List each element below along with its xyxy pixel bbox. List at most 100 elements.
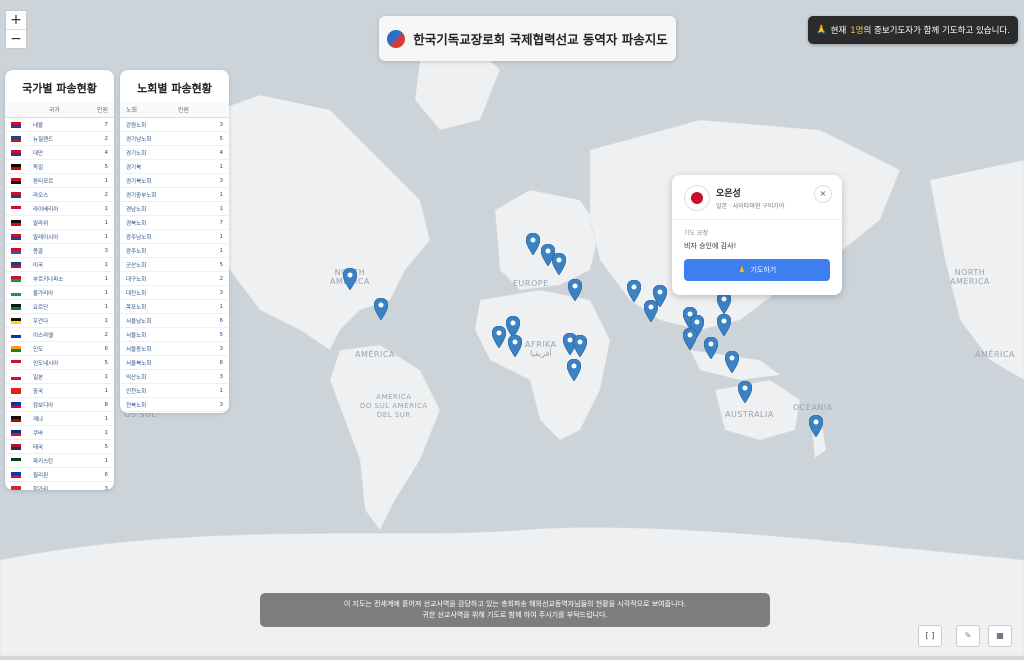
missionary-pin-icon[interactable] [491, 325, 507, 349]
missionary-pin-icon[interactable] [716, 313, 732, 337]
presbytery-row[interactable]: 광주남노회 1 [120, 230, 229, 244]
presbytery-row[interactable]: 대구노회 2 [120, 272, 229, 286]
fullscreen-button[interactable]: [ ] [918, 625, 942, 647]
country-table-header: 국가 인원 [5, 102, 114, 118]
country-row[interactable]: 중국 1 [5, 384, 114, 398]
country-row[interactable]: 파키스탄 1 [5, 454, 114, 468]
missionary-pin-icon[interactable] [551, 252, 567, 276]
country-row[interactable]: 부르키나파소 1 [5, 272, 114, 286]
missionary-pin-icon[interactable] [652, 284, 668, 308]
country-row[interactable]: 이스라엘 2 [5, 328, 114, 342]
missionary-pin-icon[interactable] [525, 232, 541, 256]
country-row[interactable]: 케냐 1 [5, 412, 114, 426]
country-flag-icon [11, 149, 21, 156]
presbytery-row[interactable]: 경기남노회 5 [120, 132, 229, 146]
presbytery-row[interactable]: 군산노회 5 [120, 258, 229, 272]
country-row[interactable]: 대만 4 [5, 146, 114, 160]
country-row[interactable]: 말레이시아 1 [5, 230, 114, 244]
country-row[interactable]: 일본 1 [5, 370, 114, 384]
presbytery-row[interactable]: 전북노회 3 [120, 398, 229, 412]
country-count: 1 [104, 429, 109, 436]
country-count: 1 [104, 317, 109, 324]
country-flag-icon [11, 387, 21, 394]
presbytery-row[interactable]: 경기북노회 3 [120, 174, 229, 188]
presbytery-row[interactable]: 경북노회 7 [120, 216, 229, 230]
stats-button[interactable]: ▦ [988, 625, 1012, 647]
country-row[interactable]: 미국 1 [5, 258, 114, 272]
missionary-pin-icon[interactable] [373, 297, 389, 321]
presbytery-count: 3 [219, 345, 224, 352]
zoom-in-button[interactable]: + [6, 11, 26, 30]
missionary-pin-icon[interactable] [566, 358, 582, 382]
presbytery-name: 대전노회 [126, 290, 147, 297]
country-row[interactable]: 우간다 1 [5, 314, 114, 328]
missionary-pin-icon[interactable] [682, 327, 698, 351]
missionary-pin-icon[interactable] [507, 334, 523, 358]
country-col-header: 국가 [49, 107, 61, 114]
country-row[interactable]: 헝가리 3 [5, 482, 114, 490]
presbytery-row[interactable]: 경기노회 4 [120, 146, 229, 160]
presbytery-row[interactable]: 경기중부노회 1 [120, 188, 229, 202]
country-name: 말라위 [33, 220, 49, 227]
missionary-pin-icon[interactable] [716, 291, 732, 315]
presbytery-name: 서울남노회 [126, 318, 152, 325]
presbytery-row[interactable]: 목포노회 1 [120, 300, 229, 314]
popup-close-button[interactable]: × [814, 185, 832, 203]
presbytery-row[interactable]: 서울노회 5 [120, 328, 229, 342]
draw-button[interactable]: ✎ [956, 625, 980, 647]
presbytery-row[interactable]: 경남노회 1 [120, 202, 229, 216]
presbytery-row[interactable]: 경기북 1 [120, 160, 229, 174]
country-row[interactable]: 요르단 1 [5, 300, 114, 314]
missionary-pin-icon[interactable] [703, 336, 719, 360]
country-row[interactable]: 불가리아 1 [5, 286, 114, 300]
presbytery-row[interactable]: 서울남노회 6 [120, 314, 229, 328]
presbytery-row[interactable]: 익산노회 3 [120, 370, 229, 384]
presbytery-count: 3 [219, 289, 224, 296]
country-name: 대만 [33, 150, 44, 157]
country-row[interactable]: 라오스 2 [5, 188, 114, 202]
presbytery-col-header: 노회 [126, 107, 138, 114]
presbytery-count: 1 [219, 387, 224, 394]
missionary-pin-icon[interactable] [724, 350, 740, 374]
presbytery-count: 7 [219, 219, 224, 226]
presbytery-count: 3 [219, 401, 224, 408]
pray-button[interactable]: 🙏 기도하기 [684, 259, 830, 281]
missionary-pin-icon[interactable] [572, 334, 588, 358]
country-flag-icon [11, 121, 21, 128]
country-row[interactable]: 독일 5 [5, 160, 114, 174]
country-row[interactable]: 라이베리아 1 [5, 202, 114, 216]
presbytery-row[interactable]: 인천노회 1 [120, 384, 229, 398]
country-row[interactable]: 쿠바 1 [5, 426, 114, 440]
presbytery-row[interactable]: 서울북노회 8 [120, 356, 229, 370]
missionary-pin-icon[interactable] [626, 279, 642, 303]
country-count: 1 [104, 303, 109, 310]
country-row[interactable]: 동티모르 1 [5, 174, 114, 188]
country-flag-icon [11, 485, 21, 490]
zoom-out-button[interactable]: − [6, 30, 26, 48]
missionary-pin-icon[interactable] [737, 380, 753, 404]
presbytery-row[interactable]: 대전노회 3 [120, 286, 229, 300]
country-row[interactable]: 태국 5 [5, 440, 114, 454]
missionary-pin-icon[interactable] [808, 414, 824, 438]
country-row[interactable]: 필리핀 6 [5, 468, 114, 482]
presbytery-name: 군산노회 [126, 262, 147, 269]
country-row[interactable]: 캄보디아 8 [5, 398, 114, 412]
prok-logo-icon [387, 29, 406, 48]
country-count: 1 [104, 261, 109, 268]
country-row[interactable]: 뉴질랜드 2 [5, 132, 114, 146]
country-row[interactable]: 네팔 7 [5, 118, 114, 132]
country-row[interactable]: 몽골 3 [5, 244, 114, 258]
presbytery-row[interactable]: 강원노회 3 [120, 118, 229, 132]
presbytery-count: 5 [219, 331, 224, 338]
pray-hands-icon: 🙏 [737, 266, 747, 274]
presbytery-row[interactable]: 서울동노회 3 [120, 342, 229, 356]
presbytery-row[interactable]: 광주노회 1 [120, 244, 229, 258]
missionary-pin-icon[interactable] [342, 267, 358, 291]
country-row[interactable]: 말라위 1 [5, 216, 114, 230]
country-row[interactable]: 인도 6 [5, 342, 114, 356]
country-name: 인도네시아 [33, 360, 59, 367]
missionary-pin-icon[interactable] [567, 278, 583, 302]
presbytery-name: 대구노회 [126, 276, 147, 283]
presbytery-row[interactable]: 전북동노회6 [120, 412, 229, 413]
country-row[interactable]: 인도네시아 5 [5, 356, 114, 370]
